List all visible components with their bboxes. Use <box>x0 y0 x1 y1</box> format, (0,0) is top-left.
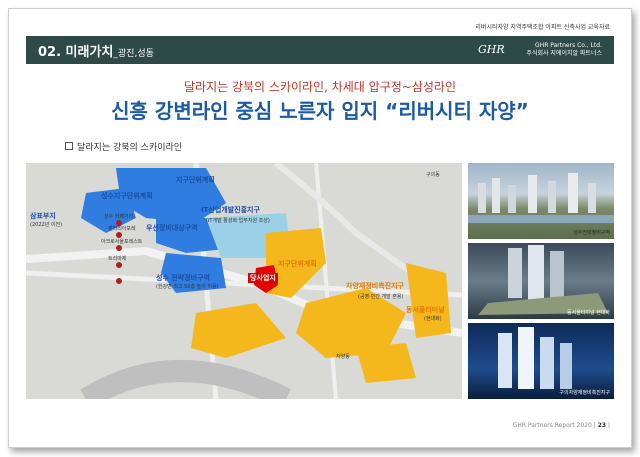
label-it-district: IT산업개발진흥지구 <box>201 206 260 214</box>
label-east-seoul-sub: (현대화) <box>424 316 442 322</box>
label-jigu-top: 지구단위계획 <box>176 176 215 184</box>
page-number: 23 <box>597 422 607 429</box>
label-seongsu-strat-sub: (한강변 최고 50층 높이 허용) <box>156 284 219 290</box>
page-title-sub: _광진,성동 <box>113 49 154 59</box>
photo-terminal: 동서울터미널 현대화 <box>468 243 614 319</box>
label-woosun: 우선정비대상구역 <box>146 224 198 232</box>
label-jigu-mid: 지구단위계획 <box>278 260 317 268</box>
header-bar: 02. 미래가치_광진,성동 GHR GHR Partners Co., Ltd… <box>26 36 614 64</box>
footer-divider-end: | <box>607 422 610 429</box>
company-name: GHR Partners Co., Ltd. 주식회사 지에이치알 파트너스 <box>526 42 602 58</box>
photo-column: 성수전략정비구역 동서울터미널 현대화 구의자양재정비촉진지구 <box>468 163 614 399</box>
label-site: 당사업지 <box>248 273 278 283</box>
section-label-text: 달라지는 강북의 스카이라인 <box>77 143 183 153</box>
label-seongsu-strat: 성수 전략정비구역 <box>156 274 210 282</box>
footer: GHR Partners Report 2020 | 23 | <box>513 422 610 429</box>
company-logo: GHR <box>478 43 505 56</box>
photo-seongsu-graphic <box>468 173 614 223</box>
label-galleria: 갤러리아포레 <box>108 226 136 232</box>
company-name-en: GHR Partners Co., Ltd. <box>535 42 602 49</box>
section-label: 달라지는 강북의 스카이라인 <box>65 140 182 153</box>
top-note: 리버시티자양 지역주택조합 아파트 신축사업 교육자료 <box>475 24 610 31</box>
label-seongsu-jigu: 성수지구단위계획 <box>101 192 153 200</box>
footer-text: GHR Partners Report 2020 <box>512 422 592 429</box>
label-jayang-dong: 자양동 <box>336 354 350 360</box>
label-acro: 아크로서울포레스트 <box>101 239 143 245</box>
page-title-main: 02. 미래가치 <box>38 45 114 60</box>
photo-jayang-graphic <box>498 327 572 389</box>
label-it-sub: (IT개발 활성화 업무지원 조성) <box>206 218 270 224</box>
photo-seongsu-caption: 성수전략정비구역 <box>573 230 610 236</box>
label-gui: 구의동 <box>426 172 440 178</box>
subtitle: 달라지는 강북의 스카이라인, 차세대 압구정~삼성라인 <box>183 80 456 94</box>
label-jayang-sub: (공영·민간 개발 혼용) <box>358 294 404 300</box>
company-name-kr: 주식회사 지에이치알 파트너스 <box>526 50 602 57</box>
label-sampyo-sub: (2022년 이전) <box>30 222 63 228</box>
checkbox-icon <box>65 142 73 150</box>
photo-seongsu: 성수전략정비구역 <box>468 163 614 239</box>
page-title: 02. 미래가치_광진,성동 <box>38 41 154 60</box>
label-jayang: 자양재정비촉진지구 <box>346 282 404 290</box>
label-east-seoul: 동서울터미널 <box>406 306 445 314</box>
main-title: 신흥 강변라인 중심 노른자 입지 “리버시티 자양” <box>111 99 529 123</box>
district-map: 지구단위계획 성수지구단위계획 IT산업개발진흥지구 (IT개발 활성화 업무지… <box>26 163 462 399</box>
label-seongsu-cafe: 성수 카페거리 <box>104 214 134 220</box>
label-sampyo: 삼표부지 <box>30 212 56 220</box>
photo-terminal-caption: 동서울터미널 현대화 <box>567 310 610 316</box>
label-triumph: 트리마제 <box>108 256 127 262</box>
photo-jayang-caption: 구의자양재정비촉진지구 <box>559 390 610 396</box>
photo-terminal-graphic <box>478 245 608 315</box>
photo-jayang: 구의자양재정비촉진지구 <box>468 323 614 399</box>
